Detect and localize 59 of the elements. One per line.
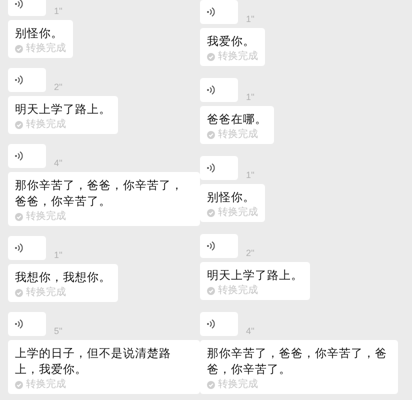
transcript-text: 爸爸在哪。	[207, 111, 267, 127]
transcript-text: 明天上学了路上。	[15, 101, 111, 117]
status-text: 转换完成	[218, 285, 258, 296]
voice-message[interactable]	[8, 68, 46, 92]
duration: 1''	[246, 170, 254, 180]
status-text: 转换完成	[26, 287, 66, 298]
transcript-text: 别怪你。	[207, 189, 256, 205]
duration: 4''	[54, 158, 62, 168]
voice-icon	[15, 75, 23, 85]
check-icon	[207, 286, 215, 294]
transcript-text: 上学的日子，但不是说清楚路上，我爱你。	[15, 345, 172, 377]
voice-message[interactable]	[8, 144, 46, 168]
status-text: 转换完成	[218, 207, 258, 218]
check-icon	[15, 120, 23, 128]
transcript-text: 那你辛苦了，爸爸，你辛苦了，爸爸，你辛苦了。	[207, 345, 388, 377]
voice-message[interactable]	[8, 236, 46, 260]
check-icon	[15, 288, 23, 296]
transcript-text: 我爱你。	[207, 33, 256, 49]
check-icon	[207, 130, 215, 138]
transcript-text: 我想你，我想你。	[15, 269, 111, 285]
voice-icon	[207, 85, 215, 95]
duration: 1''	[54, 250, 62, 260]
voice-icon	[207, 163, 215, 173]
voice-message[interactable]	[8, 312, 46, 336]
check-icon	[207, 380, 215, 388]
status-text: 转换完成	[26, 379, 66, 390]
duration: 1''	[246, 92, 254, 102]
status-text: 转换完成	[218, 129, 258, 140]
voice-message[interactable]	[200, 78, 238, 102]
voice-icon	[15, 319, 23, 329]
voice-message[interactable]	[200, 0, 238, 24]
voice-icon	[15, 0, 23, 9]
check-icon	[15, 380, 23, 388]
check-icon	[207, 52, 215, 60]
duration: 2''	[246, 248, 254, 258]
voice-message[interactable]	[200, 312, 238, 336]
voice-icon	[207, 241, 215, 251]
voice-icon	[15, 151, 23, 161]
voice-message[interactable]	[200, 156, 238, 180]
status-text: 转换完成	[26, 211, 66, 222]
check-icon	[15, 44, 23, 52]
voice-icon	[207, 7, 215, 17]
status-text: 转换完成	[218, 379, 258, 390]
duration: 5''	[54, 326, 62, 336]
status-text: 转换完成	[26, 43, 66, 54]
voice-icon	[207, 319, 215, 329]
transcript-text: 别怪你。	[15, 25, 64, 41]
transcript-text: 那你辛苦了，爸爸，你辛苦了，爸爸，你辛苦了。	[15, 177, 184, 209]
status-text: 转换完成	[218, 51, 258, 62]
status-text: 转换完成	[26, 119, 66, 130]
duration: 1''	[54, 6, 62, 16]
transcript-text: 明天上学了路上。	[207, 267, 303, 283]
voice-message[interactable]	[200, 234, 238, 258]
duration: 4''	[246, 326, 254, 336]
voice-icon	[15, 243, 23, 253]
check-icon	[207, 208, 215, 216]
check-icon	[15, 212, 23, 220]
duration: 2''	[54, 82, 62, 92]
duration: 1''	[246, 14, 254, 24]
